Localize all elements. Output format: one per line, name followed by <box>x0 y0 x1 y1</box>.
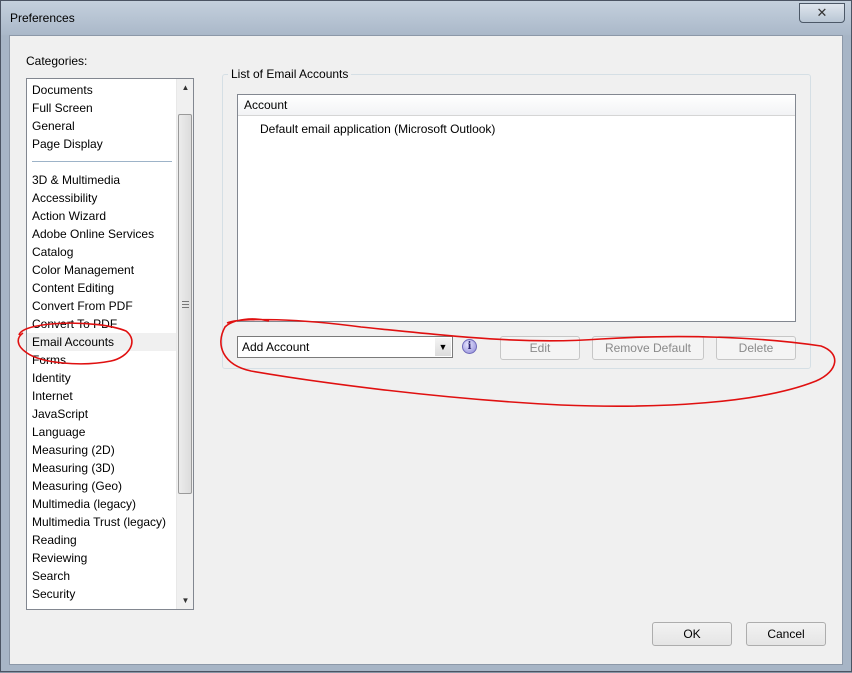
category-item-multimedia-legacy[interactable]: Multimedia (legacy) <box>32 495 136 513</box>
category-item-internet[interactable]: Internet <box>32 387 73 405</box>
ok-button[interactable]: OK <box>652 622 732 646</box>
cancel-button[interactable]: Cancel <box>746 622 826 646</box>
category-item-search[interactable]: Search <box>32 567 70 585</box>
category-item-reading[interactable]: Reading <box>32 531 77 549</box>
category-item-convert-to-pdf[interactable]: Convert To PDF <box>32 315 117 333</box>
delete-button[interactable]: Delete <box>716 336 796 360</box>
close-button[interactable]: ✕ <box>799 3 845 23</box>
add-account-dropdown[interactable]: Add Account ▼ <box>237 336 453 358</box>
close-icon: ✕ <box>816 5 828 20</box>
scroll-up-icon[interactable]: ▲ <box>177 79 193 96</box>
email-accounts-group-title: List of Email Accounts <box>228 67 352 81</box>
category-item-general[interactable]: General <box>32 117 75 135</box>
category-item-accessibility[interactable]: Accessibility <box>32 189 97 207</box>
category-item-documents[interactable]: Documents <box>32 81 93 99</box>
category-item-action-wizard[interactable]: Action Wizard <box>32 207 106 225</box>
category-item-measuring-2d[interactable]: Measuring (2D) <box>32 441 115 459</box>
category-item-multimedia-trust-legacy[interactable]: Multimedia Trust (legacy) <box>32 513 166 531</box>
dialog-body: Categories: Documents Full Screen Genera… <box>9 35 843 665</box>
category-item-convert-from-pdf[interactable]: Convert From PDF <box>32 297 133 315</box>
category-item-language[interactable]: Language <box>32 423 85 441</box>
scrollbar-thumb[interactable] <box>178 114 192 494</box>
category-item-page-display[interactable]: Page Display <box>32 135 103 153</box>
scrollbar-grip <box>182 301 189 308</box>
table-row[interactable]: Default email application (Microsoft Out… <box>260 120 495 138</box>
add-account-value: Add Account <box>242 340 310 354</box>
scroll-down-icon[interactable]: ▼ <box>177 592 193 609</box>
title-bar[interactable]: Preferences ✕ <box>1 1 851 35</box>
email-accounts-table[interactable]: Account Default email application (Micro… <box>237 94 796 322</box>
category-item-content-editing[interactable]: Content Editing <box>32 279 114 297</box>
category-item-adobe-online-services[interactable]: Adobe Online Services <box>32 225 154 243</box>
categories-list[interactable]: Documents Full Screen General Page Displ… <box>26 78 194 610</box>
categories-scrollbar[interactable]: ▲ ▼ <box>176 79 193 609</box>
category-item-security[interactable]: Security <box>32 585 75 603</box>
preferences-window: Preferences ✕ Categories: Documents Full… <box>0 0 852 672</box>
category-item-forms[interactable]: Forms <box>32 351 66 369</box>
info-icon[interactable]: i <box>462 339 477 354</box>
window-title: Preferences <box>10 11 75 25</box>
categories-label: Categories: <box>26 54 88 68</box>
category-item-color-management[interactable]: Color Management <box>32 261 134 279</box>
category-item-identity[interactable]: Identity <box>32 369 71 387</box>
remove-default-button[interactable]: Remove Default <box>592 336 704 360</box>
category-divider <box>32 161 172 162</box>
edit-button[interactable]: Edit <box>500 336 580 360</box>
dropdown-arrow-icon[interactable]: ▼ <box>435 338 451 356</box>
category-item-javascript[interactable]: JavaScript <box>32 405 88 423</box>
category-item-email-accounts[interactable]: Email Accounts <box>32 333 114 351</box>
category-item-measuring-3d[interactable]: Measuring (3D) <box>32 459 115 477</box>
category-item-full-screen[interactable]: Full Screen <box>32 99 93 117</box>
category-item-measuring-geo[interactable]: Measuring (Geo) <box>32 477 122 495</box>
category-item-3d-multimedia[interactable]: 3D & Multimedia <box>32 171 120 189</box>
category-item-reviewing[interactable]: Reviewing <box>32 549 87 567</box>
account-column-header[interactable]: Account <box>238 95 795 116</box>
category-item-catalog[interactable]: Catalog <box>32 243 73 261</box>
